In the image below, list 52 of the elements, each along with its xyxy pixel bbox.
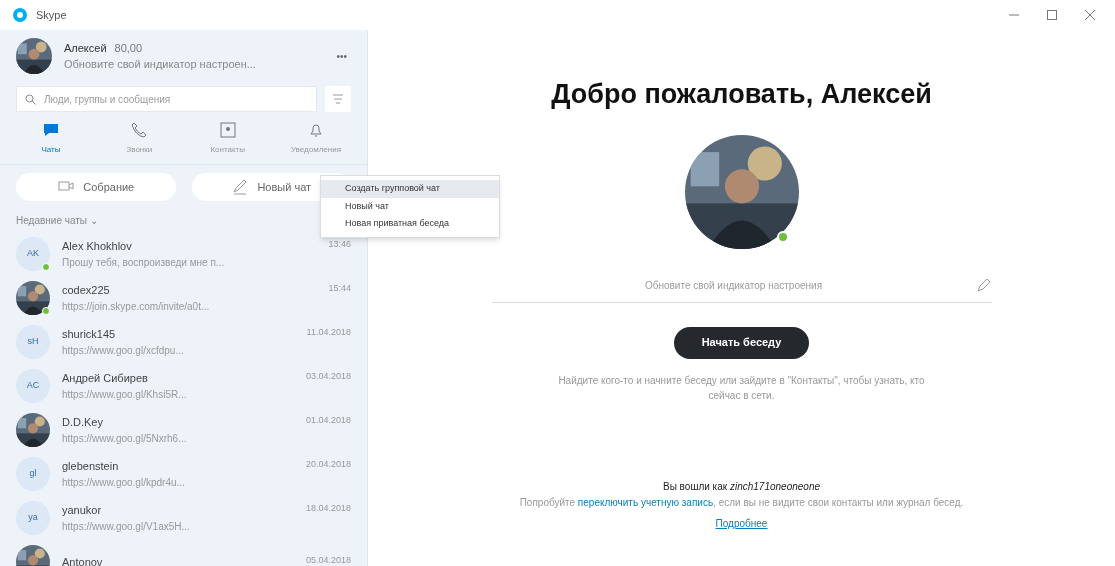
pencil-icon	[975, 277, 992, 293]
contact-name[interactable]: Antonov	[62, 553, 103, 566]
window-title: Skype	[36, 7, 67, 23]
message-preview: https://www.goo.gl/kpdr4u...	[62, 475, 186, 490]
search-box[interactable]: Люди, группы и сообщения	[16, 86, 317, 112]
chat-time: 13:46	[328, 238, 351, 252]
chat-time: 03.04.2018	[305, 370, 351, 384]
welcome-heading: Добро пожаловать, Алексей	[551, 78, 932, 111]
search-field[interactable]: Люди, группы и сообщения	[44, 91, 308, 107]
mood-box[interactable]: Обновите свой индикатор настроения	[491, 268, 992, 303]
avatar-initials: ya	[16, 501, 50, 535]
message-preview: https://www.goo.gl/Khsi5R...	[62, 387, 188, 402]
contact-name[interactable]: shurick145	[62, 326, 116, 343]
chat-time: 05.04.2018	[305, 553, 351, 566]
contact-name[interactable]: codex225	[62, 282, 110, 299]
more-button[interactable]: •••	[332, 48, 351, 64]
contact-name[interactable]: yanukor	[62, 502, 102, 519]
signed-in-text: Вы вошли как zinch171oneoneone	[663, 479, 820, 494]
contacts-icon	[217, 120, 238, 140]
avatar-initials: AC	[16, 369, 50, 403]
menu-item[interactable]: Создать групповой чат	[321, 180, 499, 198]
chat-time: 20.04.2018	[305, 458, 351, 472]
nav-tab[interactable]: Чаты	[16, 120, 86, 156]
chat-time: 11.04.2018	[306, 326, 351, 340]
profile-name: Алексей	[64, 40, 107, 56]
chat-time: 01.04.2018	[305, 414, 351, 428]
contact-name[interactable]: Alex Khokhlov	[62, 238, 132, 255]
message-preview: https://join.skype.com/invite/a0t...	[62, 299, 211, 314]
contact-name[interactable]: Андрей Сибирев	[62, 370, 148, 387]
meeting-button[interactable]: Собрание	[16, 173, 176, 201]
message-preview: Прошу тебя, воспроизведи мне п...	[62, 255, 226, 270]
avatar-initials: gl	[16, 457, 50, 491]
maximize-icon[interactable]	[1047, 10, 1057, 20]
contact-name[interactable]: D.D.Key	[62, 414, 103, 431]
learn-more-link[interactable]: Подробнее	[715, 515, 768, 531]
search-icon	[25, 93, 36, 105]
chat-time: 18.04.2018	[305, 502, 351, 516]
avatar-initials: AK	[16, 237, 50, 271]
contact-name[interactable]: glebenstein	[62, 458, 119, 475]
mood-field[interactable]: Обновите свой индикатор настроения	[491, 277, 976, 293]
skype-logo-icon	[12, 7, 28, 23]
menu-item[interactable]: Новая приватная беседа	[321, 215, 499, 233]
start-conversation-button[interactable]: Начать беседу	[673, 326, 810, 359]
hint-text: Найдите кого-то и начните беседу или зайдите в "Контакты", чтобы узнать, кто сейчас в сети.	[557, 373, 926, 403]
avatar-initials: sH	[16, 325, 50, 359]
message-preview: https://www.goo.gl/xcfdpu...	[62, 343, 185, 358]
message-preview: https://www.goo.gl/V1ax5H...	[62, 519, 191, 534]
credit-amount: 80,00	[114, 40, 143, 56]
switch-account-text: Попробуйте переключить учетную запись, если вы не видите свои контакты или журнал бесед.	[518, 495, 965, 510]
close-icon[interactable]	[1085, 10, 1095, 20]
message-preview: https://www.goo.gl/5Nxrh6...	[62, 431, 188, 446]
chat-time: 15:44	[328, 282, 351, 296]
